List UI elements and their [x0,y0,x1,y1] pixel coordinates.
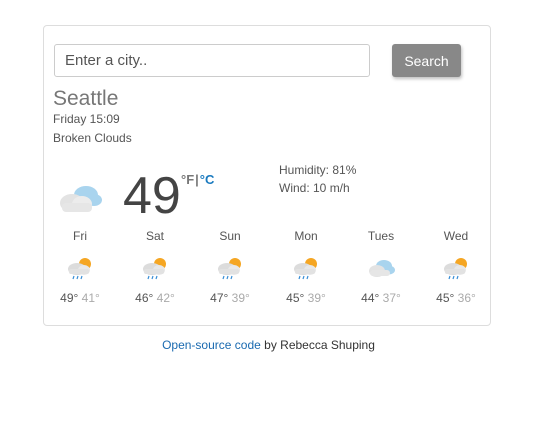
search-button[interactable]: Search [392,44,461,77]
forecast-high: 46° [135,291,154,305]
forecast-day-name: Wed [443,229,469,243]
rain-sun-icon [218,258,241,280]
forecast-high: 45° [286,291,305,305]
forecast-high: 47° [210,291,229,305]
forecast-row: Fri 49° 41° Sat 46° 42° Sun 47° 39° Mon 45° 39°… [44,229,492,309]
cloudy-icon [60,186,102,212]
forecast-day-tues: Tues 44° 37° [346,229,416,305]
forecast-low: 41° [81,291,100,305]
rain-sun-icon [68,258,91,280]
celsius-unit-link[interactable]: °C [200,172,215,187]
cloudy-icon [369,260,395,277]
forecast-day-name: Mon [294,229,318,243]
forecast-low: 36° [457,291,476,305]
wind-readout: Wind: 10 m/h [279,181,350,195]
forecast-day-sun: Sun 47° 39° [195,229,265,305]
forecast-day-name: Sat [145,229,164,243]
forecast-low: 39° [231,291,250,305]
current-datetime: Friday 15:09 [53,112,120,126]
city-name: Seattle [53,87,119,110]
forecast-low: 42° [156,291,175,305]
forecast-temps: 49° 41° [45,291,115,305]
forecast-day-wed: Wed 45° 36° [421,229,491,305]
forecast-day-mon: Mon 45° 39° [271,229,341,305]
forecast-temps: 44° 37° [346,291,416,305]
forecast-day-name: Sun [219,229,241,243]
forecast-temps: 45° 39° [271,291,341,305]
forecast-day-sat: Sat 46° 42° [120,229,190,305]
forecast-temps: 47° 39° [195,291,265,305]
footer-credit: by Rebecca Shuping [264,338,375,352]
forecast-low: 39° [307,291,326,305]
unit-separator: | [195,172,199,187]
city-search-input[interactable] [54,44,370,77]
footer: Open-source code by Rebecca Shuping [0,338,537,352]
weather-card: Search Seattle Friday 15:09 Broken Cloud… [43,25,491,326]
rain-sun-icon [143,258,166,280]
fahrenheit-unit[interactable]: °F [181,172,194,187]
forecast-low: 37° [382,291,401,305]
source-code-link[interactable]: Open-source code [162,338,261,352]
forecast-temps: 46° 42° [120,291,190,305]
forecast-day-name: Tues [367,229,395,243]
forecast-high: 49° [60,291,79,305]
humidity-readout: Humidity: 81% [279,163,357,177]
weather-description: Broken Clouds [53,131,132,145]
rain-sun-icon [444,258,467,280]
forecast-day-fri: Fri 49° 41° [45,229,115,305]
forecast-temps: 45° 36° [421,291,491,305]
forecast-high: 45° [436,291,455,305]
forecast-high: 44° [361,291,380,305]
rain-sun-icon [294,258,317,280]
forecast-day-name: Fri [73,229,87,243]
unit-toggle: °F|°C [181,172,214,187]
current-temperature: 49 [123,167,181,225]
